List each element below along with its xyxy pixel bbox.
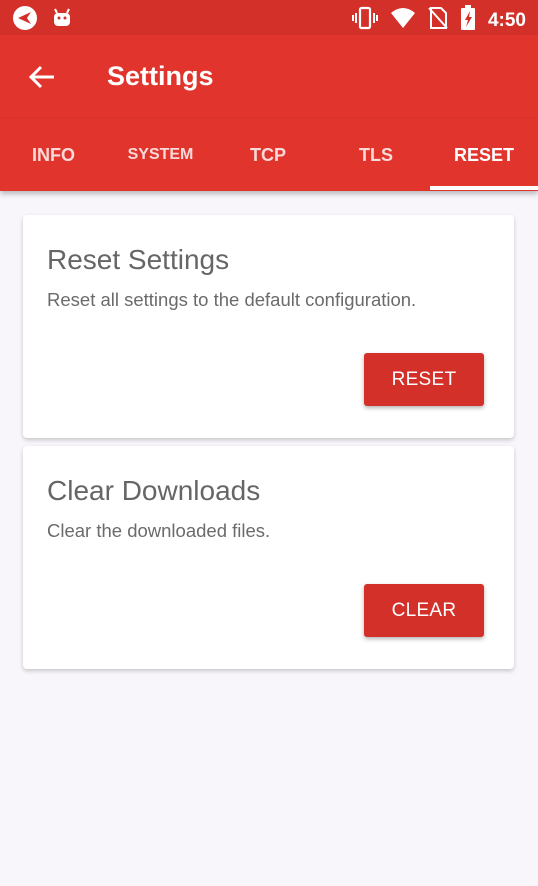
battery-charging-icon	[460, 5, 476, 36]
tab-bar: INFO SYSTEM TCP TLS RESET	[0, 119, 538, 191]
page-title: Settings	[107, 61, 214, 91]
arrow-back-icon	[28, 65, 54, 89]
card-title: Clear Downloads	[47, 475, 261, 506]
wifi-icon	[390, 7, 416, 34]
app-notification-icon	[12, 5, 38, 36]
clear-button[interactable]: CLEAR	[364, 584, 484, 637]
no-sim-icon	[428, 6, 448, 35]
status-time: 4:50	[487, 9, 526, 31]
reset-settings-card: Reset Settings Reset all settings to the…	[23, 215, 514, 438]
card-description: Reset all settings to the default config…	[47, 289, 417, 310]
tab-tcp[interactable]: TCP	[214, 119, 322, 191]
reset-button[interactable]: RESET	[364, 353, 484, 406]
back-button[interactable]	[22, 55, 62, 99]
tab-indicator	[430, 186, 538, 190]
tab-system[interactable]: SYSTEM	[107, 119, 214, 191]
clear-downloads-card: Clear Downloads Clear the downloaded fil…	[23, 446, 514, 669]
card-title: Reset Settings	[47, 244, 230, 275]
tab-info[interactable]: INFO	[0, 119, 107, 191]
android-icon	[52, 8, 72, 33]
tab-tls[interactable]: TLS	[322, 119, 430, 191]
status-bar: 4:50	[0, 0, 538, 35]
tab-reset[interactable]: RESET	[430, 119, 538, 191]
card-description: Clear the downloaded files.	[47, 520, 271, 541]
vibrate-icon	[351, 6, 378, 35]
app-bar: Settings	[0, 35, 538, 119]
